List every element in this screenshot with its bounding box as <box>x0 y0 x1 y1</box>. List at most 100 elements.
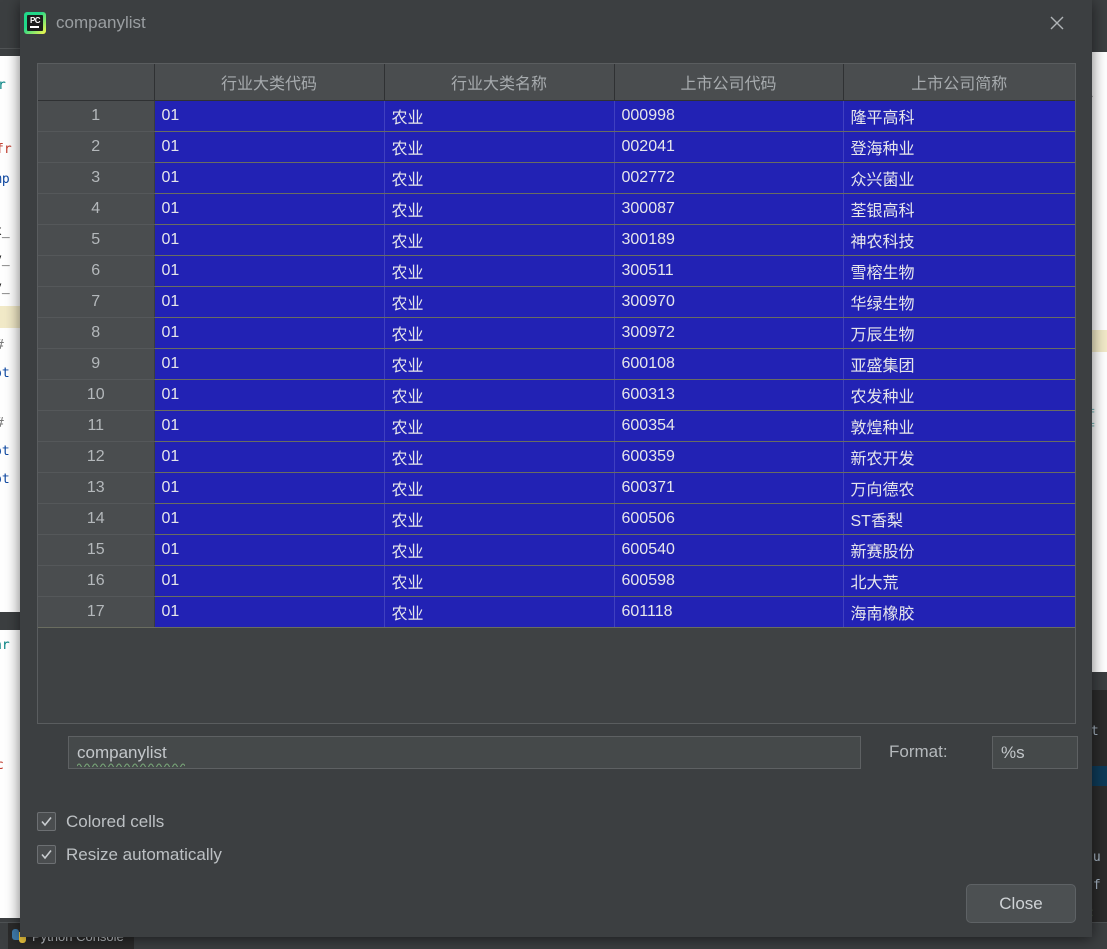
cell-industry-code[interactable]: 01 <box>154 255 385 287</box>
cell-industry-name[interactable]: 农业 <box>384 162 615 194</box>
cell-company-code[interactable]: 300970 <box>614 286 844 318</box>
table-row[interactable]: 10 01 农业 600313 农发种业 <box>38 379 1075 411</box>
table-row[interactable]: 2 01 农业 002041 登海种业 <box>38 131 1075 163</box>
table-row[interactable]: 17 01 农业 601118 海南橡胶 <box>38 596 1075 628</box>
table-row[interactable]: 7 01 农业 300970 华绿生物 <box>38 286 1075 318</box>
cell-industry-code[interactable]: 01 <box>154 410 385 442</box>
cell-company-name[interactable]: 海南橡胶 <box>843 596 1075 628</box>
table-row[interactable]: 8 01 农业 300972 万辰生物 <box>38 317 1075 349</box>
cell-company-code[interactable]: 600598 <box>614 565 844 597</box>
cell-company-code[interactable]: 600108 <box>614 348 844 380</box>
options-group: Colored cells Resize automatically <box>37 805 222 871</box>
cell-company-name[interactable]: 万辰生物 <box>843 317 1075 349</box>
cell-company-name[interactable]: 亚盛集团 <box>843 348 1075 380</box>
column-header-index[interactable] <box>38 64 155 101</box>
cell-industry-code[interactable]: 01 <box>154 348 385 380</box>
cell-company-name[interactable]: 农发种业 <box>843 379 1075 411</box>
cell-industry-name[interactable]: 农业 <box>384 348 615 380</box>
cell-industry-code[interactable]: 01 <box>154 162 385 194</box>
column-header-industry-name[interactable]: 行业大类名称 <box>384 64 615 101</box>
cell-company-name[interactable]: 新农开发 <box>843 441 1075 473</box>
cell-industry-code[interactable]: 01 <box>154 317 385 349</box>
table-row[interactable]: 14 01 农业 600506 ST香梨 <box>38 503 1075 535</box>
cell-company-code[interactable]: 002772 <box>614 162 844 194</box>
cell-company-code[interactable]: 600313 <box>614 379 844 411</box>
cell-industry-code[interactable]: 01 <box>154 472 385 504</box>
table-row[interactable]: 1 01 农业 000998 隆平高科 <box>38 100 1075 132</box>
row-index: 14 <box>38 503 155 535</box>
cell-company-name[interactable]: 登海种业 <box>843 131 1075 163</box>
cell-company-name[interactable]: 隆平高科 <box>843 100 1075 132</box>
cell-company-name[interactable]: 荃银高科 <box>843 193 1075 225</box>
close-button[interactable]: Close <box>966 884 1076 923</box>
table-row[interactable]: 5 01 农业 300189 神农科技 <box>38 224 1075 256</box>
cell-company-name[interactable]: 新赛股份 <box>843 534 1075 566</box>
cell-industry-code[interactable]: 01 <box>154 100 385 132</box>
cell-company-code[interactable]: 300189 <box>614 224 844 256</box>
table-row[interactable]: 9 01 农业 600108 亚盛集团 <box>38 348 1075 380</box>
cell-company-name[interactable]: 雪榕生物 <box>843 255 1075 287</box>
cell-company-name[interactable]: 华绿生物 <box>843 286 1075 318</box>
table-row[interactable]: 16 01 农业 600598 北大荒 <box>38 565 1075 597</box>
close-icon[interactable] <box>1042 8 1072 38</box>
cell-industry-name[interactable]: 农业 <box>384 596 615 628</box>
cell-industry-name[interactable]: 农业 <box>384 100 615 132</box>
cell-industry-code[interactable]: 01 <box>154 441 385 473</box>
cell-company-name[interactable]: 万向德农 <box>843 472 1075 504</box>
cell-company-code[interactable]: 600540 <box>614 534 844 566</box>
cell-company-code[interactable]: 600354 <box>614 410 844 442</box>
cell-company-name[interactable]: 神农科技 <box>843 224 1075 256</box>
cell-company-code[interactable]: 600506 <box>614 503 844 535</box>
table-row[interactable]: 6 01 农业 300511 雪榕生物 <box>38 255 1075 287</box>
cell-company-code[interactable]: 600359 <box>614 441 844 473</box>
cell-industry-name[interactable]: 农业 <box>384 255 615 287</box>
cell-company-name[interactable]: 敦煌种业 <box>843 410 1075 442</box>
cell-company-code[interactable]: 300511 <box>614 255 844 287</box>
cell-industry-name[interactable]: 农业 <box>384 317 615 349</box>
cell-industry-name[interactable]: 农业 <box>384 441 615 473</box>
table-row[interactable]: 13 01 农业 600371 万向德农 <box>38 472 1075 504</box>
cell-industry-name[interactable]: 农业 <box>384 410 615 442</box>
cell-industry-code[interactable]: 01 <box>154 565 385 597</box>
cell-company-code[interactable]: 600371 <box>614 472 844 504</box>
cell-company-code[interactable]: 002041 <box>614 131 844 163</box>
table-row[interactable]: 12 01 农业 600359 新农开发 <box>38 441 1075 473</box>
cell-industry-code[interactable]: 01 <box>154 224 385 256</box>
variable-name-input[interactable] <box>68 736 861 769</box>
resize-automatically-checkbox[interactable]: Resize automatically <box>37 838 222 871</box>
cell-industry-name[interactable]: 农业 <box>384 379 615 411</box>
cell-industry-name[interactable]: 农业 <box>384 224 615 256</box>
colored-cells-checkbox[interactable]: Colored cells <box>37 805 222 838</box>
column-header-company-code[interactable]: 上市公司代码 <box>614 64 844 101</box>
cell-company-code[interactable]: 000998 <box>614 100 844 132</box>
row-index: 16 <box>38 565 155 597</box>
cell-company-code[interactable]: 300087 <box>614 193 844 225</box>
cell-industry-code[interactable]: 01 <box>154 534 385 566</box>
cell-company-code[interactable]: 601118 <box>614 596 844 628</box>
cell-company-code[interactable]: 300972 <box>614 317 844 349</box>
cell-industry-code[interactable]: 01 <box>154 379 385 411</box>
table-row[interactable]: 11 01 农业 600354 敦煌种业 <box>38 410 1075 442</box>
cell-industry-name[interactable]: 农业 <box>384 565 615 597</box>
cell-industry-code[interactable]: 01 <box>154 193 385 225</box>
data-table-container[interactable]: 行业大类代码 行业大类名称 上市公司代码 上市公司简称 1 01 农业 0009… <box>37 63 1076 724</box>
cell-industry-name[interactable]: 农业 <box>384 503 615 535</box>
table-row[interactable]: 4 01 农业 300087 荃银高科 <box>38 193 1075 225</box>
format-input[interactable] <box>992 736 1078 769</box>
cell-industry-code[interactable]: 01 <box>154 286 385 318</box>
cell-industry-name[interactable]: 农业 <box>384 131 615 163</box>
cell-industry-name[interactable]: 农业 <box>384 472 615 504</box>
cell-industry-name[interactable]: 农业 <box>384 193 615 225</box>
table-row[interactable]: 15 01 农业 600540 新赛股份 <box>38 534 1075 566</box>
cell-industry-code[interactable]: 01 <box>154 131 385 163</box>
column-header-company-name[interactable]: 上市公司简称 <box>843 64 1075 101</box>
table-row[interactable]: 3 01 农业 002772 众兴菌业 <box>38 162 1075 194</box>
cell-industry-name[interactable]: 农业 <box>384 286 615 318</box>
cell-industry-code[interactable]: 01 <box>154 503 385 535</box>
cell-company-name[interactable]: 北大荒 <box>843 565 1075 597</box>
cell-industry-code[interactable]: 01 <box>154 596 385 628</box>
cell-company-name[interactable]: 众兴菌业 <box>843 162 1075 194</box>
column-header-industry-code[interactable]: 行业大类代码 <box>154 64 385 101</box>
cell-company-name[interactable]: ST香梨 <box>843 503 1075 535</box>
cell-industry-name[interactable]: 农业 <box>384 534 615 566</box>
